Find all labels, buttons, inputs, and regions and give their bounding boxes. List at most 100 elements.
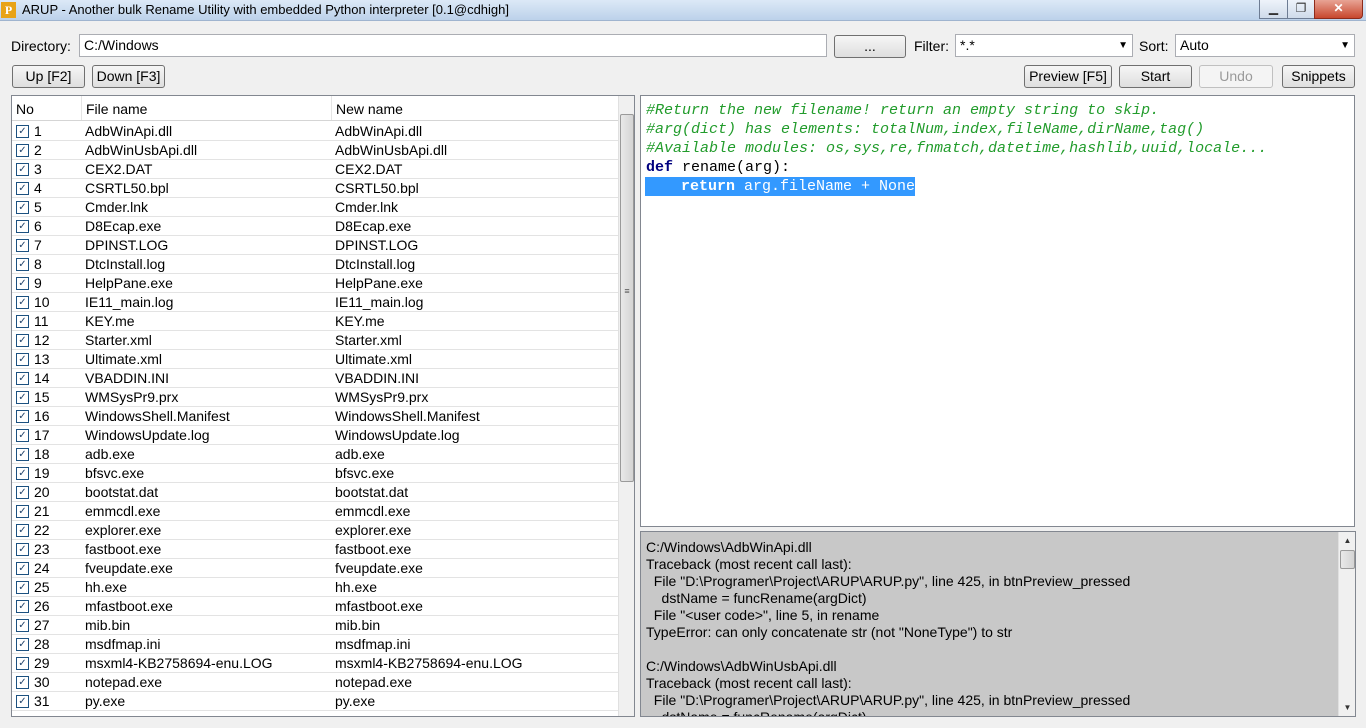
table-row[interactable]: ✓ 16 WindowsShell.Manifest WindowsShell.Man… (12, 407, 618, 426)
table-row[interactable]: ✓ 2 AdbWinUsbApi.dll AdbWinUsbApi.dll (12, 141, 618, 160)
table-row[interactable]: ✓ 1 AdbWinApi.dll AdbWinApi.dll (12, 122, 618, 141)
close-button[interactable]: ✕ (1314, 0, 1363, 19)
table-row[interactable]: ✓ 26 mfastboot.exe mfastboot.exe (12, 597, 618, 616)
row-checkbox[interactable]: ✓ (16, 657, 29, 670)
directory-input[interactable]: C:/Windows (79, 34, 827, 57)
scrollbar-thumb[interactable] (1340, 550, 1355, 569)
undo-button[interactable]: Undo (1199, 65, 1273, 88)
table-row[interactable]: ✓ 15 WMSysPr9.prx WMSysPr9.prx (12, 388, 618, 407)
table-row[interactable]: ✓ 9 HelpPane.exe HelpPane.exe (12, 274, 618, 293)
sort-value: Auto (1180, 37, 1209, 53)
row-checkbox[interactable]: ✓ (16, 353, 29, 366)
cell-file-name: CEX2.DAT (85, 161, 153, 177)
row-checkbox[interactable]: ✓ (16, 600, 29, 613)
row-checkbox[interactable]: ✓ (16, 429, 29, 442)
row-checkbox[interactable]: ✓ (16, 638, 29, 651)
scrollbar-thumb[interactable]: ≡ (620, 114, 634, 482)
row-checkbox[interactable]: ✓ (16, 277, 29, 290)
row-checkbox[interactable]: ✓ (16, 505, 29, 518)
table-row[interactable]: ✓ 31 py.exe py.exe (12, 692, 618, 711)
table-row[interactable]: ✓ 8 DtcInstall.log DtcInstall.log (12, 255, 618, 274)
row-checkbox[interactable]: ✓ (16, 581, 29, 594)
table-row[interactable]: ✓ 10 IE11_main.log IE11_main.log (12, 293, 618, 312)
row-checkbox[interactable]: ✓ (16, 220, 29, 233)
cell-no: 2 (34, 142, 42, 158)
table-row[interactable]: ✓ 19 bfsvc.exe bfsvc.exe (12, 464, 618, 483)
row-checkbox[interactable]: ✓ (16, 163, 29, 176)
table-row[interactable]: ✓ 29 msxml4-KB2758694-enu.LOG msxml4-KB2758… (12, 654, 618, 673)
table-row[interactable]: ✓ 6 D8Ecap.exe D8Ecap.exe (12, 217, 618, 236)
row-checkbox[interactable]: ✓ (16, 676, 29, 689)
cell-new-name: HelpPane.exe (335, 275, 423, 291)
minimize-button[interactable]: ▁ (1259, 0, 1288, 19)
table-row[interactable]: ✓ 5 Cmder.lnk Cmder.lnk (12, 198, 618, 217)
table-scrollbar[interactable]: ≡ (618, 96, 634, 716)
row-checkbox[interactable]: ✓ (16, 448, 29, 461)
table-row[interactable]: ✓ 12 Starter.xml Starter.xml (12, 331, 618, 350)
scroll-up-icon[interactable]: ▲ (1339, 532, 1355, 549)
row-checkbox[interactable]: ✓ (16, 372, 29, 385)
sort-combo[interactable]: Auto ▼ (1175, 34, 1355, 57)
row-checkbox[interactable]: ✓ (16, 315, 29, 328)
code-editor[interactable]: #Return the new filename! return an empt… (640, 95, 1355, 527)
filter-combo[interactable]: *.* ▼ (955, 34, 1133, 57)
start-button[interactable]: Start (1119, 65, 1192, 88)
preview-button[interactable]: Preview [F5] (1024, 65, 1112, 88)
row-checkbox[interactable]: ✓ (16, 201, 29, 214)
cell-file-name: msxml4-KB2758694-enu.LOG (85, 655, 273, 671)
row-checkbox[interactable]: ✓ (16, 543, 29, 556)
table-row[interactable]: ✓ 28 msdfmap.ini msdfmap.ini (12, 635, 618, 654)
table-row[interactable]: ✓ 17 WindowsUpdate.log WindowsUpdate.log (12, 426, 618, 445)
cell-file-name: fastboot.exe (85, 541, 162, 557)
scroll-down-icon[interactable]: ▼ (1339, 699, 1355, 716)
row-checkbox[interactable]: ✓ (16, 258, 29, 271)
up-button[interactable]: Up [F2] (12, 65, 85, 88)
table-row[interactable]: ✓ 27 mib.bin mib.bin (12, 616, 618, 635)
row-checkbox[interactable]: ✓ (16, 524, 29, 537)
table-row[interactable]: ✓ 18 adb.exe adb.exe (12, 445, 618, 464)
column-header-file-name[interactable]: File name (82, 96, 332, 120)
table-row[interactable]: ✓ 13 Ultimate.xml Ultimate.xml (12, 350, 618, 369)
table-row[interactable]: ✓ 21 emmcdl.exe emmcdl.exe (12, 502, 618, 521)
column-header-new-name[interactable]: New name (332, 96, 618, 120)
output-log[interactable]: C:/Windows\AdbWinApi.dll Traceback (most … (640, 531, 1356, 717)
row-checkbox[interactable]: ✓ (16, 695, 29, 708)
table-row[interactable]: ✓ 22 explorer.exe explorer.exe (12, 521, 618, 540)
row-checkbox[interactable]: ✓ (16, 410, 29, 423)
file-table[interactable]: No File name New name ✓ 1 AdbWinApi.dll Adb… (11, 95, 635, 717)
table-row[interactable]: ✓ 4 CSRTL50.bpl CSRTL50.bpl (12, 179, 618, 198)
cell-no: 29 (34, 655, 50, 671)
snippets-button[interactable]: Snippets (1282, 65, 1355, 88)
table-row[interactable]: ✓ 24 fveupdate.exe fveupdate.exe (12, 559, 618, 578)
row-checkbox[interactable]: ✓ (16, 391, 29, 404)
cell-no: 6 (34, 218, 42, 234)
cell-file-name: explorer.exe (85, 522, 162, 538)
table-row[interactable]: ✓ 14 VBADDIN.INI VBADDIN.INI (12, 369, 618, 388)
table-row[interactable]: ✓ 25 hh.exe hh.exe (12, 578, 618, 597)
row-checkbox[interactable]: ✓ (16, 619, 29, 632)
output-line: File "<user code>", line 5, in rename (646, 607, 880, 623)
table-row[interactable]: ✓ 20 bootstat.dat bootstat.dat (12, 483, 618, 502)
browse-button[interactable]: ... (834, 35, 906, 58)
row-checkbox[interactable]: ✓ (16, 296, 29, 309)
row-checkbox[interactable]: ✓ (16, 562, 29, 575)
row-checkbox[interactable]: ✓ (16, 467, 29, 480)
cell-no: 26 (34, 598, 50, 614)
table-row[interactable]: ✓ 7 DPINST.LOG DPINST.LOG (12, 236, 618, 255)
row-checkbox[interactable]: ✓ (16, 182, 29, 195)
table-row[interactable]: ✓ 30 notepad.exe notepad.exe (12, 673, 618, 692)
table-row[interactable]: ✓ 11 KEY.me KEY.me (12, 312, 618, 331)
row-checkbox[interactable]: ✓ (16, 125, 29, 138)
row-checkbox[interactable]: ✓ (16, 334, 29, 347)
table-row[interactable]: ✓ 23 fastboot.exe fastboot.exe (12, 540, 618, 559)
output-scrollbar[interactable]: ▲ ▼ (1338, 532, 1355, 716)
down-button[interactable]: Down [F3] (92, 65, 165, 88)
row-checkbox[interactable]: ✓ (16, 144, 29, 157)
cell-no: 24 (34, 560, 50, 576)
table-row[interactable]: ✓ 3 CEX2.DAT CEX2.DAT (12, 160, 618, 179)
row-checkbox[interactable]: ✓ (16, 239, 29, 252)
cell-no: 5 (34, 199, 42, 215)
column-header-no[interactable]: No (12, 96, 82, 120)
maximize-button[interactable]: ❐ (1287, 0, 1315, 19)
row-checkbox[interactable]: ✓ (16, 486, 29, 499)
